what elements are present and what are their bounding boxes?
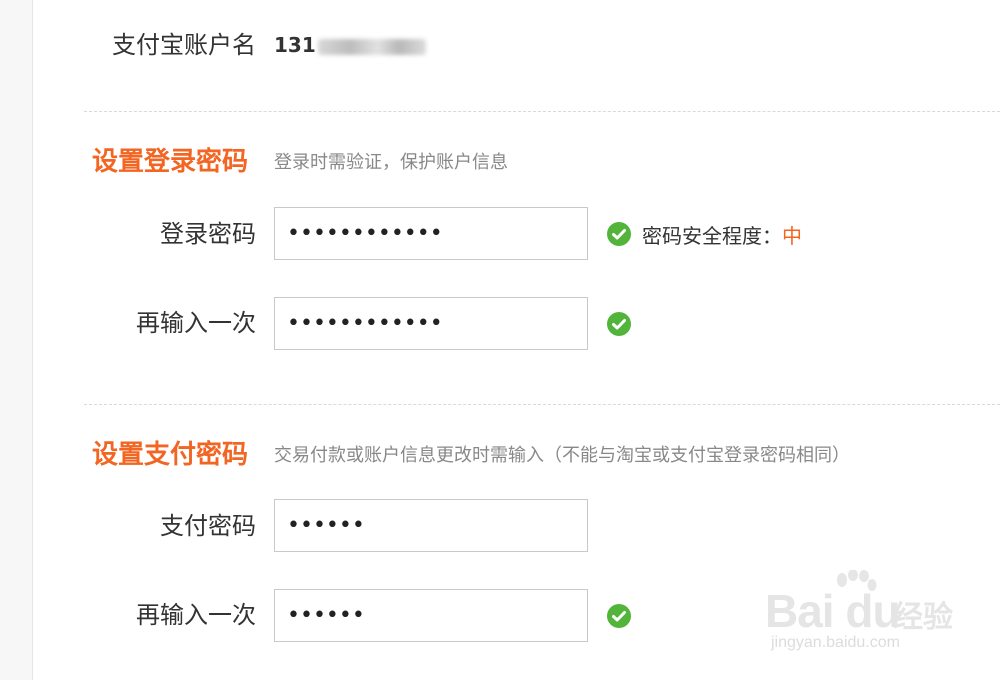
pay-confirm-label: 再输入一次 [136,601,256,629]
check-circle-icon [607,604,631,628]
watermark-brand: Bai du [765,585,901,637]
pay-section-title: 设置支付密码 [92,440,249,470]
account-name-value: 131 [274,30,426,60]
password-strength-level: 中 [782,224,802,248]
password-strength: 密码安全程度：中 [642,221,802,251]
baidu-jingyan-watermark: Bai du 经验 jingyan.baidu.com [765,570,975,670]
password-strength-label: 密码安全程度： [642,224,782,248]
login-password-input[interactable] [274,207,588,260]
pay-confirm-input[interactable] [274,589,588,642]
divider-2 [84,404,1000,405]
login-section-title: 设置登录密码 [92,147,249,177]
watermark-cn: 经验 [893,600,953,635]
left-panel-edge [0,0,33,680]
check-circle-icon [607,222,631,246]
pay-section-description: 交易付款或账户信息更改时需输入（不能与淘宝或支付宝登录密码相同） [274,445,850,466]
login-section-description: 登录时需验证，保护账户信息 [274,152,508,173]
check-circle-icon [607,312,631,336]
account-name-prefix: 131 [274,33,316,57]
account-name-masked [317,38,426,55]
watermark-url: jingyan.baidu.com [771,634,900,651]
pay-password-input[interactable] [274,499,588,552]
pay-password-label: 支付密码 [160,512,256,540]
login-confirm-input[interactable] [274,297,588,350]
divider-1 [84,111,1000,112]
account-name-label: 支付宝账户名 [112,31,256,59]
login-password-label: 登录密码 [160,220,256,248]
login-confirm-label: 再输入一次 [136,309,256,337]
